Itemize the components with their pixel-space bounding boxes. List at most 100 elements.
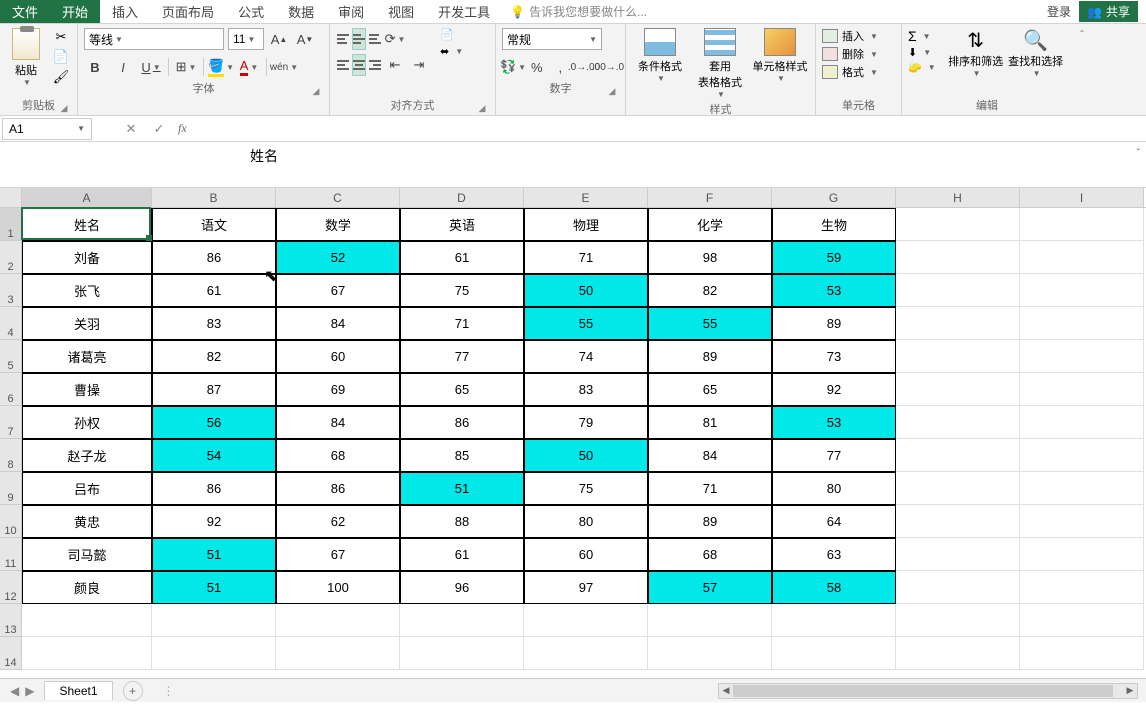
tab-formulas[interactable]: 公式 [226,0,276,23]
cell[interactable]: 71 [524,241,648,274]
cell[interactable] [400,604,524,637]
cell[interactable] [896,472,1020,505]
cell[interactable]: 86 [400,406,524,439]
cell[interactable]: 吕布 [22,472,152,505]
fill-color-button[interactable]: 🪣▼ [210,56,232,78]
collapse-formula-bar-button[interactable]: ˇ [1137,148,1140,159]
cell-styles-button[interactable]: 单元格样式▼ [752,28,808,83]
cell[interactable] [22,604,152,637]
cell[interactable]: 60 [276,340,400,373]
align-right-button[interactable] [368,54,382,76]
tab-insert[interactable]: 插入 [100,0,150,23]
row-header[interactable]: 1 [0,208,22,241]
cell[interactable] [1020,241,1144,274]
align-bottom-button[interactable] [368,28,382,50]
scroll-right-button[interactable]: ▶ [1123,684,1137,698]
fill-button[interactable]: ⬇▼ [908,46,936,59]
cell[interactable] [400,637,524,670]
column-header[interactable]: D [400,188,524,207]
cell[interactable] [896,439,1020,472]
cell[interactable]: 53 [772,274,896,307]
scroll-thumb[interactable] [733,685,1113,697]
cell[interactable]: 59 [772,241,896,274]
tab-view[interactable]: 视图 [376,0,426,23]
cell[interactable] [1020,472,1144,505]
cell[interactable]: 75 [400,274,524,307]
cell[interactable]: 86 [152,241,276,274]
cell[interactable]: 50 [524,439,648,472]
cell[interactable]: 英语 [400,208,524,241]
tab-pagelayout[interactable]: 页面布局 [150,0,226,23]
cell[interactable] [1020,307,1144,340]
cell[interactable]: 84 [648,439,772,472]
align-center-button[interactable] [352,54,366,76]
row-header[interactable]: 10 [0,505,22,538]
cell[interactable] [896,241,1020,274]
align-middle-button[interactable] [352,28,366,50]
autosum-button[interactable]: Σ▼ [908,28,936,44]
cell[interactable]: 黄忠 [22,505,152,538]
cell[interactable]: 语文 [152,208,276,241]
bold-button[interactable]: B [84,56,106,78]
cell[interactable]: 68 [276,439,400,472]
cell[interactable]: 82 [152,340,276,373]
column-header[interactable]: E [524,188,648,207]
clear-button[interactable]: 🧽▼ [908,61,936,74]
horizontal-scrollbar[interactable]: ◀ ▶ [718,683,1138,699]
row-header[interactable]: 3 [0,274,22,307]
tab-home[interactable]: 开始 [50,0,100,23]
cell[interactable]: 51 [152,538,276,571]
row-header[interactable]: 13 [0,604,22,637]
cell[interactable]: 82 [648,274,772,307]
cell[interactable]: 关羽 [22,307,152,340]
column-header[interactable]: B [152,188,276,207]
tab-review[interactable]: 审阅 [326,0,376,23]
cell[interactable]: 77 [400,340,524,373]
cell[interactable] [896,571,1020,604]
cell[interactable] [1020,274,1144,307]
cell[interactable]: 98 [648,241,772,274]
column-header[interactable]: G [772,188,896,207]
row-header[interactable]: 14 [0,637,22,670]
cell[interactable] [276,637,400,670]
enter-formula-button[interactable]: ✓ [150,121,168,137]
conditional-formatting-button[interactable]: 条件格式▼ [632,28,688,83]
cell[interactable] [1020,637,1144,670]
cell[interactable]: 司马懿 [22,538,152,571]
delete-cells-button[interactable]: 删除▼ [822,46,878,62]
cell[interactable] [896,637,1020,670]
cell[interactable] [896,208,1020,241]
cell[interactable]: 79 [524,406,648,439]
italic-button[interactable]: I [112,56,134,78]
cell[interactable] [1020,538,1144,571]
cell[interactable]: 61 [400,241,524,274]
cell[interactable]: 51 [152,571,276,604]
cell[interactable]: 51 [400,472,524,505]
cell[interactable]: 64 [772,505,896,538]
cell[interactable] [896,604,1020,637]
row-header[interactable]: 7 [0,406,22,439]
cell[interactable]: 85 [400,439,524,472]
cell[interactable]: 55 [524,307,648,340]
cell[interactable]: 81 [648,406,772,439]
cell[interactable]: 86 [152,472,276,505]
format-painter-button[interactable]: 🖌 [52,68,70,86]
cell[interactable] [896,307,1020,340]
border-button[interactable]: ⊞▼ [175,56,197,78]
accounting-format-button[interactable]: 💱▼ [502,56,524,78]
cell[interactable]: 75 [524,472,648,505]
cell[interactable] [648,604,772,637]
cell[interactable]: 88 [400,505,524,538]
cell[interactable]: 60 [524,538,648,571]
cell[interactable]: 96 [400,571,524,604]
decrease-font-button[interactable]: A▼ [294,28,316,50]
cancel-formula-button[interactable]: ✕ [122,121,140,137]
decrease-decimal-button[interactable]: .00→.0 [597,56,619,78]
cell[interactable]: 58 [772,571,896,604]
sheet-nav-prev-button[interactable]: ◀ [10,684,19,698]
cell[interactable] [896,538,1020,571]
cell[interactable] [896,274,1020,307]
cell[interactable]: 92 [772,373,896,406]
row-header[interactable]: 8 [0,439,22,472]
cell[interactable]: 52 [276,241,400,274]
